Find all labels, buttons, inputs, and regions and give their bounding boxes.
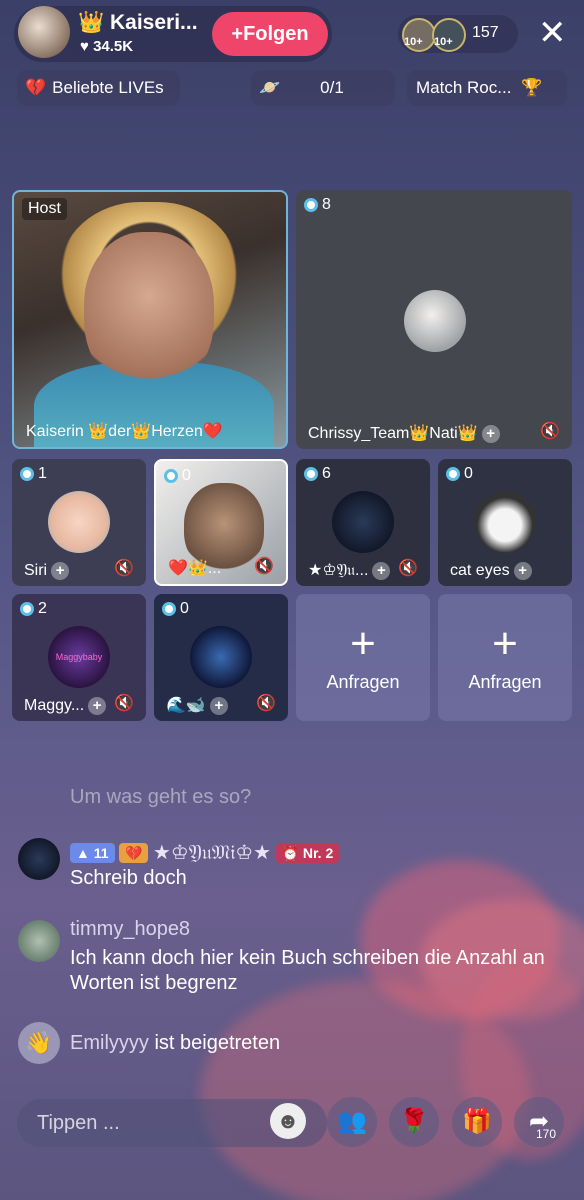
guest-tile[interactable]: 6 ★♔𝔜𝔲... + 🔇: [296, 459, 430, 586]
gem-icon: [20, 467, 34, 481]
add-icon[interactable]: +: [481, 424, 500, 443]
gem-icon: [304, 467, 318, 481]
plus-icon: +: [492, 619, 518, 668]
broken-heart-icon: 💔: [25, 78, 47, 97]
crown-icon: 👑: [78, 11, 105, 34]
guest-avatar: [48, 491, 110, 553]
gem-icon: [162, 602, 176, 616]
viewer-count[interactable]: 157: [472, 24, 499, 42]
mic-off-icon: 🔇: [254, 558, 274, 575]
guest-tile[interactable]: 0 🌊🐋 + 🔇: [154, 594, 288, 721]
mic-off-icon: 🔇: [114, 695, 134, 712]
planet-icon: 🪐: [259, 78, 281, 97]
add-icon[interactable]: +: [513, 561, 532, 580]
add-icon[interactable]: +: [51, 561, 70, 580]
mic-off-icon: 🔇: [256, 695, 276, 712]
trophy-icon: 🏆: [521, 78, 543, 97]
guest-avatar: [474, 491, 536, 553]
add-icon[interactable]: +: [88, 696, 107, 715]
guest-tile-large[interactable]: 8 Chrissy_Team👑Nati👑 + 🔇: [296, 190, 572, 449]
guests-icon[interactable]: 👥: [327, 1097, 377, 1147]
add-icon[interactable]: +: [372, 561, 391, 580]
emoji-icon[interactable]: ☻: [270, 1103, 306, 1139]
close-icon[interactable]: ✕: [538, 16, 567, 50]
chat-message-faded: Um was geht es so?: [70, 786, 252, 808]
progress-pill[interactable]: 🪐 0/1: [251, 70, 395, 106]
chat-username[interactable]: timmy_hope8: [70, 918, 190, 941]
heart-icon: ♥: [80, 38, 89, 55]
viewer-badge: 10+: [404, 36, 423, 48]
host-avatar[interactable]: [18, 6, 70, 58]
chat-message-text: Schreib doch: [70, 867, 187, 889]
rank-badge: ⏰ Nr. 2: [275, 842, 340, 863]
gem-icon: [304, 198, 318, 212]
guest-tile[interactable]: 0 cat eyes +: [438, 459, 572, 586]
chat-user-line: ▲ 11 💔 ★♔𝔜𝔲𝔐𝔦♔★ ⏰ Nr. 2: [70, 840, 340, 865]
add-icon[interactable]: +: [209, 696, 228, 715]
match-button[interactable]: Match Roc... 🏆: [407, 70, 567, 106]
request-slot-button[interactable]: + Anfragen: [296, 594, 430, 721]
host-tag: Host: [22, 198, 67, 220]
chat-avatar[interactable]: [18, 920, 60, 962]
join-message: Emilyyyy ist beigetreten: [70, 1032, 281, 1054]
gift-icon[interactable]: 🎁: [452, 1097, 502, 1147]
chat-username[interactable]: ★♔𝔜𝔲𝔐𝔦♔★: [153, 842, 271, 864]
popular-lives-button[interactable]: 💔 Beliebte LIVEs: [17, 70, 180, 106]
rose-icon[interactable]: 🌹: [389, 1097, 439, 1147]
share-count: 170: [536, 1127, 557, 1141]
guest-avatar: [404, 290, 466, 352]
heart-badge: 💔: [119, 842, 149, 863]
plus-icon: +: [350, 619, 376, 668]
guest-avatar: [190, 626, 252, 688]
wave-icon: 👋: [18, 1022, 60, 1064]
host-video-tile[interactable]: Host Kaiserin 👑der👑Herzen❤️: [12, 190, 288, 449]
viewer-badge: 10+: [434, 36, 453, 48]
gem-icon: [20, 602, 34, 616]
clock-icon: ⏰: [281, 844, 299, 861]
guest-tile[interactable]: 1 Siri + 🔇: [12, 459, 146, 586]
guest-avatar: [332, 491, 394, 553]
chat-avatar[interactable]: [18, 838, 60, 880]
host-name[interactable]: 👑 Kaiseri...: [78, 11, 198, 35]
mic-off-icon: 🔇: [540, 423, 560, 440]
level-badge: ▲ 11: [70, 842, 115, 863]
host-tile-name: Kaiserin 👑der👑Herzen❤️: [26, 423, 223, 440]
host-likes: ♥ 34.5K: [80, 38, 134, 55]
gem-icon: [164, 469, 178, 483]
chat-message-text: Ich kann doch hier kein Buch schreiben d…: [70, 947, 545, 994]
guest-avatar: Maggybaby: [48, 626, 110, 688]
mic-off-icon: 🔇: [114, 560, 134, 577]
guest-tile[interactable]: 0 ❤️👑... 🔇: [154, 459, 288, 586]
host-video: [84, 232, 214, 392]
mic-off-icon: 🔇: [398, 560, 418, 577]
request-slot-button[interactable]: + Anfragen: [438, 594, 572, 721]
gem-icon: [446, 467, 460, 481]
follow-button[interactable]: + Folgen: [212, 12, 328, 56]
guest-tile[interactable]: 2 Maggybaby Maggy... + 🔇: [12, 594, 146, 721]
